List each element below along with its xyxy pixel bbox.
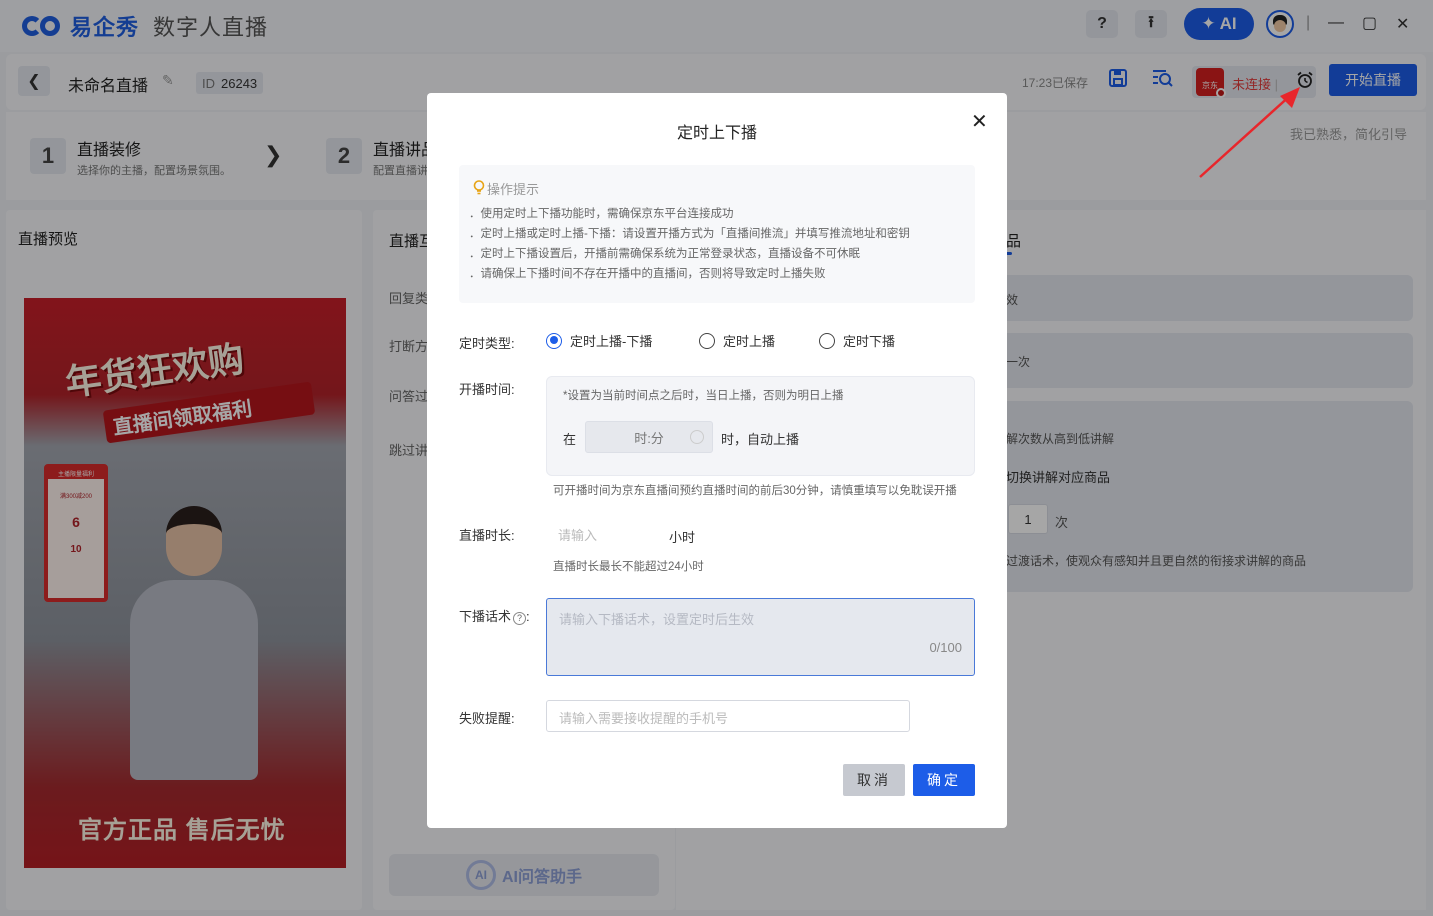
dialog-title: 定时上下播 <box>676 125 757 142</box>
tip-line-2: ．定时上播或定时上播-下播：请设置开播方式为「直播间推流」并填写推流地址和密钥 <box>469 228 910 240</box>
char-counter: 0/100 <box>929 640 962 655</box>
duration-input[interactable]: 请输入 <box>546 519 650 549</box>
start-time-hint: 可开播时间为京东直播间预约直播时间的前后30分钟，请慎重填写以免耽误开播 <box>553 485 957 497</box>
duration-label: 直播时长: <box>459 528 515 543</box>
radio-start-and-stop-label: 定时上播-下播 <box>570 334 653 349</box>
radio-unchecked-icon <box>819 332 835 349</box>
phone-input[interactable]: 请输入需要接收提醒的手机号 <box>546 700 910 732</box>
radio-stop-only-label: 定时下播 <box>843 334 896 349</box>
tips-header: 操作提示 <box>473 179 539 198</box>
start-time-prefix: 在 <box>563 432 577 447</box>
tips-title: 操作提示 <box>487 182 540 197</box>
radio-start-and-stop[interactable]: 定时上播-下播 <box>546 331 652 350</box>
tip-line-4: ．请确保上下播时间不存在开播中的直播间，否则将导致定时上播失败 <box>469 268 826 280</box>
start-time-box: *设置为当前时间点之后时，当日上播，否则为明日上播 在 时:分 时，自动上播 <box>546 376 975 476</box>
radio-start-only-label: 定时上播 <box>723 334 776 349</box>
script-label: 下播话术?: <box>459 606 530 625</box>
clock-icon <box>690 430 704 444</box>
tip-line-3: ．定时上下播设置后，开播前需确保系统为正常登录状态，直播设备不可休眠 <box>469 248 860 260</box>
schedule-type-label: 定时类型: <box>459 336 515 351</box>
end-script-placeholder: 请输入下播话术，设置定时后生效 <box>559 612 755 627</box>
question-circle-icon[interactable]: ? <box>513 612 527 625</box>
confirm-button[interactable]: 确定 <box>913 764 975 796</box>
annotation-arrow-icon <box>1199 87 1300 178</box>
script-label-text: 下播话术 <box>459 609 512 624</box>
time-picker-input[interactable]: 时:分 <box>585 421 713 453</box>
radio-stop-only[interactable]: 定时下播 <box>819 331 895 350</box>
duration-hint: 直播时长最长不能超过24小时 <box>553 561 704 573</box>
duration-unit: 小时 <box>669 530 696 545</box>
fail-reminder-label: 失败提醒: <box>459 711 515 726</box>
close-icon[interactable]: ✕ <box>971 109 988 134</box>
start-time-note: *设置为当前时间点之后时，当日上播，否则为明日上播 <box>563 390 844 402</box>
tip-line-1: ．使用定时上下播功能时，需确保京东平台连接成功 <box>469 208 734 220</box>
radio-start-only[interactable]: 定时上播 <box>699 331 775 350</box>
tips-box: 操作提示 ．使用定时上下播功能时，需确保京东平台连接成功 ．定时上播或定时上播-… <box>459 165 975 303</box>
radio-unchecked-icon <box>699 332 715 349</box>
scheduled-live-dialog: 定时上下播 ✕ 操作提示 ．使用定时上下播功能时，需确保京东平台连接成功 ．定时… <box>427 93 1007 828</box>
end-script-textarea[interactable]: 请输入下播话术，设置定时后生效 0/100 <box>546 598 975 676</box>
start-time-label: 开播时间: <box>459 382 515 397</box>
start-time-suffix: 时，自动上播 <box>721 432 800 447</box>
lightbulb-icon <box>473 179 485 198</box>
script-label-colon: : <box>526 609 530 624</box>
radio-checked-icon <box>546 332 562 349</box>
cancel-button[interactable]: 取消 <box>843 764 905 796</box>
time-picker-placeholder: 时:分 <box>634 430 664 446</box>
